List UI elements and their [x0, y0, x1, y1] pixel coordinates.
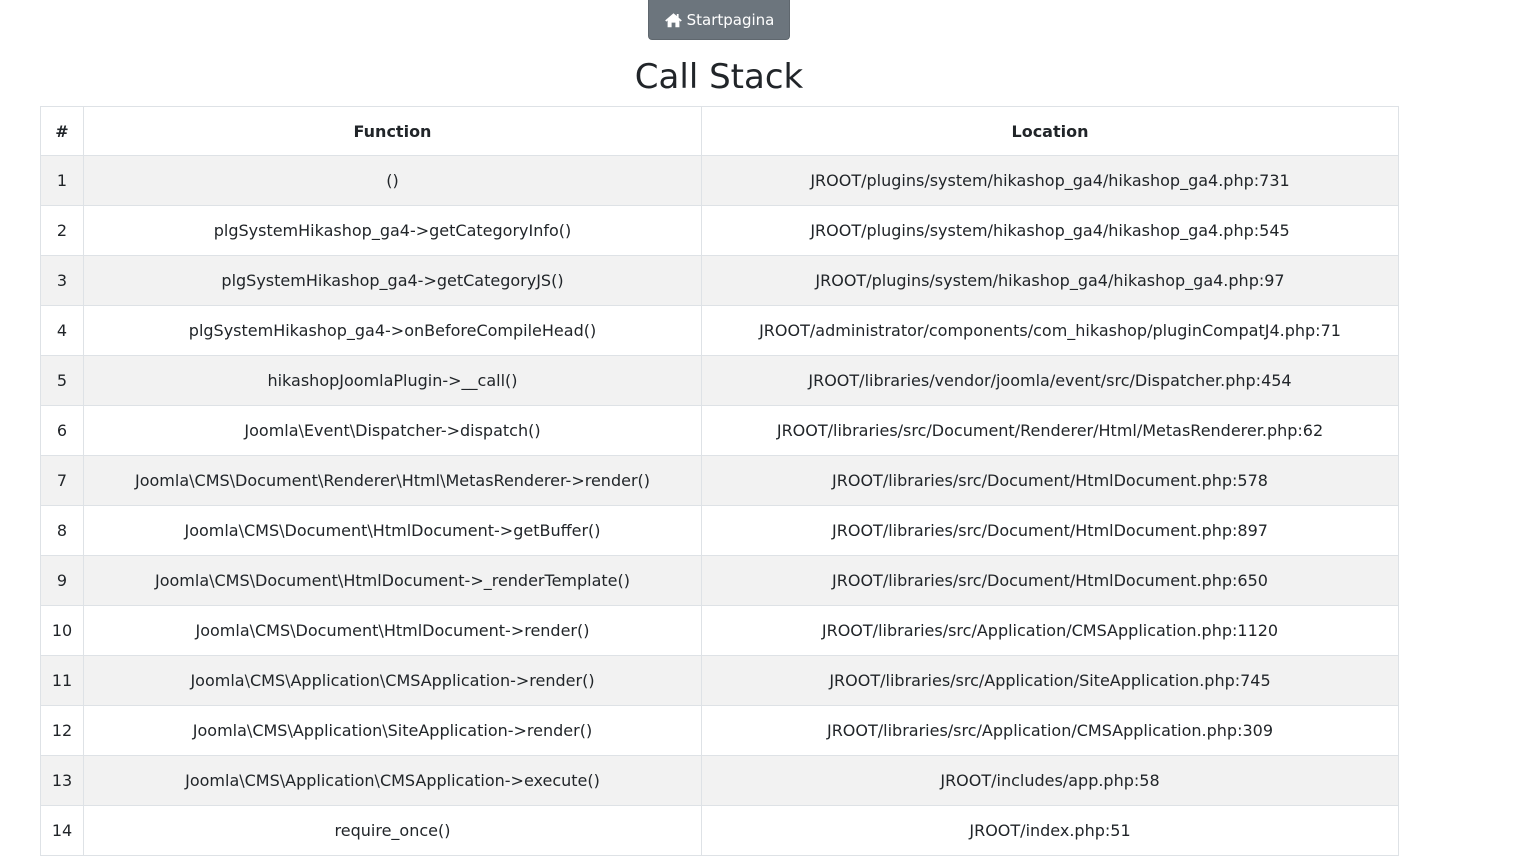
table-row: 9 Joomla\CMS\Document\HtmlDocument->_ren… — [40, 555, 1399, 606]
row-location: JROOT/libraries/src/Application/SiteAppl… — [701, 655, 1399, 706]
table-header-row: # Function Location — [40, 106, 1399, 156]
column-header-location: Location — [701, 106, 1399, 156]
row-location: JROOT/libraries/src/Document/HtmlDocumen… — [701, 555, 1399, 606]
table-row: 2 plgSystemHikashop_ga4->getCategoryInfo… — [40, 205, 1399, 256]
column-header-function: Function — [83, 106, 702, 156]
row-location: JROOT/libraries/src/Document/HtmlDocumen… — [701, 455, 1399, 506]
home-button[interactable]: Startpagina — [648, 0, 790, 40]
row-function: Joomla\CMS\Document\Renderer\Html\MetasR… — [83, 455, 702, 506]
row-function: plgSystemHikashop_ga4->onBeforeCompileHe… — [83, 305, 702, 356]
row-function: Joomla\CMS\Document\HtmlDocument->render… — [83, 605, 702, 656]
row-function: hikashopJoomlaPlugin->__call() — [83, 355, 702, 406]
row-location: JROOT/index.php:51 — [701, 805, 1399, 856]
table-row: 14 require_once() JROOT/index.php:51 — [40, 805, 1399, 856]
table-row: 6 Joomla\Event\Dispatcher->dispatch() JR… — [40, 405, 1399, 456]
row-function: Joomla\Event\Dispatcher->dispatch() — [83, 405, 702, 456]
table-row: 4 plgSystemHikashop_ga4->onBeforeCompile… — [40, 305, 1399, 356]
row-location: JROOT/administrator/components/com_hikas… — [701, 305, 1399, 356]
row-location: JROOT/libraries/src/Document/HtmlDocumen… — [701, 505, 1399, 556]
row-function: Joomla\CMS\Document\HtmlDocument->getBuf… — [83, 505, 702, 556]
row-function: require_once() — [83, 805, 702, 856]
table-row: 7 Joomla\CMS\Document\Renderer\Html\Meta… — [40, 455, 1399, 506]
column-header-number: # — [40, 106, 84, 156]
table-row: 5 hikashopJoomlaPlugin->__call() JROOT/l… — [40, 355, 1399, 406]
home-button-label: Startpagina — [686, 10, 775, 29]
row-number: 9 — [40, 555, 84, 606]
row-location: JROOT/libraries/src/Application/CMSAppli… — [701, 705, 1399, 756]
row-location: JROOT/plugins/system/hikashop_ga4/hikash… — [701, 205, 1399, 256]
row-number: 13 — [40, 755, 84, 806]
page-title: Call Stack — [634, 57, 804, 97]
table-row: 11 Joomla\CMS\Application\CMSApplication… — [40, 655, 1399, 706]
row-function: Joomla\CMS\Document\HtmlDocument->_rende… — [83, 555, 702, 606]
table-row: 12 Joomla\CMS\Application\SiteApplicatio… — [40, 705, 1399, 756]
row-location: JROOT/plugins/system/hikashop_ga4/hikash… — [701, 255, 1399, 306]
table-row: 13 Joomla\CMS\Application\CMSApplication… — [40, 755, 1399, 806]
row-number: 11 — [40, 655, 84, 706]
home-icon — [664, 12, 683, 28]
row-function: Joomla\CMS\Application\SiteApplication->… — [83, 705, 702, 756]
row-number: 2 — [40, 205, 84, 256]
row-number: 4 — [40, 305, 84, 356]
row-number: 5 — [40, 355, 84, 406]
table-row: 1 () JROOT/plugins/system/hikashop_ga4/h… — [40, 155, 1399, 206]
row-number: 12 — [40, 705, 84, 756]
table-row: 8 Joomla\CMS\Document\HtmlDocument->getB… — [40, 505, 1399, 556]
row-location: JROOT/plugins/system/hikashop_ga4/hikash… — [701, 155, 1399, 206]
row-function: Joomla\CMS\Application\CMSApplication->r… — [83, 655, 702, 706]
row-number: 3 — [40, 255, 84, 306]
row-function: plgSystemHikashop_ga4->getCategoryInfo() — [83, 205, 702, 256]
row-function: () — [83, 155, 702, 206]
row-function: Joomla\CMS\Application\CMSApplication->e… — [83, 755, 702, 806]
row-number: 14 — [40, 805, 84, 856]
row-number: 8 — [40, 505, 84, 556]
row-number: 6 — [40, 405, 84, 456]
row-location: JROOT/libraries/src/Document/Renderer/Ht… — [701, 405, 1399, 456]
call-stack-table: # Function Location 1 () JROOT/plugins/s… — [40, 106, 1399, 856]
row-location: JROOT/libraries/vendor/joomla/event/src/… — [701, 355, 1399, 406]
table-row: 10 Joomla\CMS\Document\HtmlDocument->ren… — [40, 605, 1399, 656]
table-row: 3 plgSystemHikashop_ga4->getCategoryJS()… — [40, 255, 1399, 306]
row-function: plgSystemHikashop_ga4->getCategoryJS() — [83, 255, 702, 306]
row-number: 10 — [40, 605, 84, 656]
row-number: 7 — [40, 455, 84, 506]
row-location: JROOT/includes/app.php:58 — [701, 755, 1399, 806]
row-number: 1 — [40, 155, 84, 206]
row-location: JROOT/libraries/src/Application/CMSAppli… — [701, 605, 1399, 656]
error-page: Startpagina Call Stack # Function Locati… — [0, 0, 1536, 860]
